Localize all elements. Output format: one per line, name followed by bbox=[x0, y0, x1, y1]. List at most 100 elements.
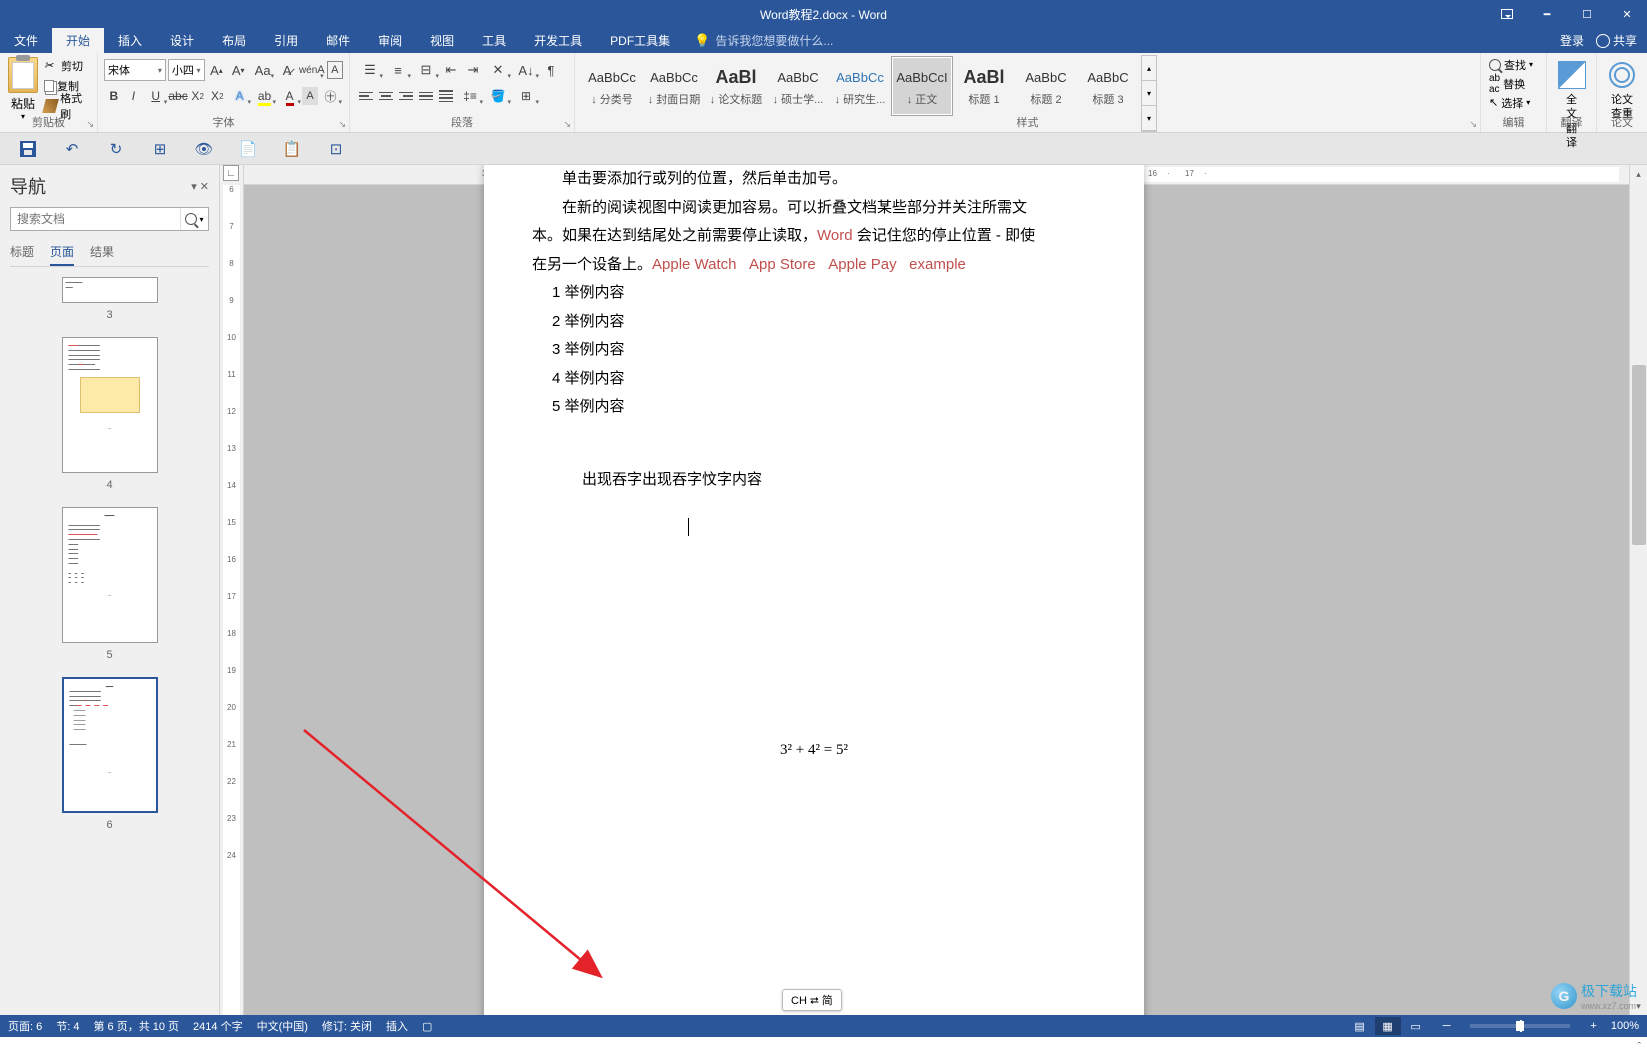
thumbnail-page-4[interactable]: ━━━━━━━━━━━━━━━━━━━━━━━━━━━━━━━━━━━━━━━━… bbox=[62, 337, 158, 473]
shading-button[interactable]: 🪣 bbox=[484, 85, 512, 107]
nav-search-box[interactable]: ▾ bbox=[10, 207, 209, 231]
minimize-button[interactable]: ━ bbox=[1527, 0, 1567, 28]
asian-layout-button[interactable]: ✕ bbox=[484, 59, 512, 81]
full-translate-button[interactable]: 全文 翻译 bbox=[1553, 55, 1590, 150]
nav-search-button[interactable]: ▾ bbox=[180, 208, 208, 230]
qat-redo-button[interactable]: ↻ bbox=[106, 139, 126, 159]
find-button[interactable]: 查找▾ bbox=[1487, 55, 1540, 74]
status-macro-icon[interactable]: ▢ bbox=[422, 1020, 432, 1033]
character-shading-button[interactable]: A bbox=[302, 87, 318, 105]
tab-design[interactable]: 设计 bbox=[156, 28, 208, 53]
align-right-button[interactable] bbox=[396, 85, 416, 107]
font-color-button[interactable]: A bbox=[277, 85, 302, 107]
tab-insert[interactable]: 插入 bbox=[104, 28, 156, 53]
clipboard-launcher-icon[interactable]: ↘ bbox=[86, 119, 94, 130]
numbering-button[interactable]: ≡ bbox=[384, 59, 412, 81]
qat-button-8[interactable]: ⊡ bbox=[326, 139, 346, 159]
strikethrough-button[interactable]: abc bbox=[168, 85, 188, 107]
text-effects-button[interactable]: A bbox=[227, 85, 252, 107]
phonetic-guide-button[interactable]: wénA bbox=[299, 59, 325, 81]
style-item[interactable]: AaBbCc↓ 研究生... bbox=[829, 56, 891, 116]
sort-button[interactable]: A↓ bbox=[512, 59, 540, 81]
decrease-indent-button[interactable]: ⇤ bbox=[440, 59, 462, 81]
web-layout-button[interactable]: ▭ bbox=[1403, 1017, 1429, 1035]
status-insert-mode[interactable]: 插入 bbox=[386, 1018, 408, 1034]
character-border-button[interactable]: A bbox=[327, 61, 343, 79]
scroll-down-button[interactable]: ▾ bbox=[1630, 997, 1647, 1015]
tab-review[interactable]: 审阅 bbox=[364, 28, 416, 53]
highlight-button[interactable]: ab bbox=[252, 85, 277, 107]
distributed-button[interactable] bbox=[436, 85, 456, 107]
enclose-characters-button[interactable]: ㊉ bbox=[318, 85, 343, 107]
qat-button-4[interactable]: ⊞ bbox=[150, 139, 170, 159]
shrink-font-button[interactable]: A▾ bbox=[228, 59, 248, 81]
paragraph-launcher-icon[interactable]: ↘ bbox=[563, 119, 571, 130]
style-item[interactable]: AaBbC标题 2 bbox=[1015, 56, 1077, 116]
document-scroll[interactable]: 3·2·1·1·2·3·4·5·6·7·8·9·10·11·12·13·14·1… bbox=[244, 165, 1629, 1015]
zoom-out-button[interactable]: ─ bbox=[1443, 1020, 1451, 1032]
bullets-button[interactable]: ☰ bbox=[356, 59, 384, 81]
replace-button[interactable]: abac替换 bbox=[1487, 74, 1540, 93]
clear-formatting-button[interactable]: A̷ bbox=[277, 59, 297, 81]
status-word-count[interactable]: 2414 个字 bbox=[193, 1018, 243, 1034]
thumbnail-page-6[interactable]: ━━━━━━━━━━━━━━━━━━━━━━━━━━━━━━━━━━━━━━━━… bbox=[62, 677, 158, 813]
bold-button[interactable]: B bbox=[104, 85, 124, 107]
qat-button-7[interactable]: 📋 bbox=[282, 139, 302, 159]
style-item[interactable]: AaBl↓ 论文标题 bbox=[705, 56, 767, 116]
nav-tab-results[interactable]: 结果 bbox=[90, 239, 114, 266]
collapse-ribbon-button[interactable]: ˆ bbox=[1637, 1041, 1641, 1053]
zoom-level[interactable]: 100% bbox=[1611, 1020, 1639, 1032]
qat-button-6[interactable]: 📄 bbox=[238, 139, 258, 159]
align-left-button[interactable] bbox=[356, 85, 376, 107]
cut-button[interactable]: ✂剪切 bbox=[44, 57, 91, 75]
nav-pane-options[interactable]: ▾ ✕ bbox=[191, 180, 209, 193]
line-spacing-button[interactable]: ‡≡ bbox=[456, 85, 484, 107]
status-track-changes[interactable]: 修订: 关闭 bbox=[322, 1018, 372, 1034]
tab-file[interactable]: 文件 bbox=[0, 28, 52, 53]
show-marks-button[interactable]: ¶ bbox=[540, 59, 562, 81]
borders-button[interactable]: ⊞ bbox=[512, 85, 540, 107]
style-item[interactable]: AaBl标题 1 bbox=[953, 56, 1015, 116]
share-button[interactable]: 共享 bbox=[1596, 32, 1637, 49]
tab-mailings[interactable]: 邮件 bbox=[312, 28, 364, 53]
vertical-scrollbar[interactable]: ▴ ▾ bbox=[1629, 165, 1647, 1015]
tab-developer[interactable]: 开发工具 bbox=[520, 28, 596, 53]
tab-selector[interactable]: ∟ bbox=[223, 165, 239, 181]
thumbnail-page-3[interactable]: ━━━━━━━━━━ bbox=[62, 277, 158, 303]
style-item[interactable]: AaBbC标题 3 bbox=[1077, 56, 1139, 116]
align-center-button[interactable] bbox=[376, 85, 396, 107]
underline-button[interactable]: U bbox=[143, 85, 168, 107]
login-link[interactable]: 登录 bbox=[1560, 32, 1584, 49]
scroll-up-button[interactable]: ▴ bbox=[1630, 165, 1647, 183]
tab-layout[interactable]: 布局 bbox=[208, 28, 260, 53]
increase-indent-button[interactable]: ⇥ bbox=[462, 59, 484, 81]
tell-me-search[interactable]: 💡告诉我您想要做什么... bbox=[684, 28, 843, 53]
font-size-combo[interactable]: 小四▾ bbox=[168, 59, 205, 81]
ime-indicator[interactable]: CH ⮂ 简 bbox=[782, 989, 842, 1011]
qat-save-button[interactable] bbox=[18, 139, 38, 159]
read-mode-button[interactable]: ▤ bbox=[1347, 1017, 1373, 1035]
status-page[interactable]: 页面: 6 bbox=[8, 1018, 42, 1034]
tab-tools[interactable]: 工具 bbox=[468, 28, 520, 53]
nav-tab-pages[interactable]: 页面 bbox=[50, 239, 74, 266]
style-item[interactable]: AaBbCcI↓ 正文 bbox=[891, 56, 953, 116]
page[interactable]: 单击要添加行或列的位置，然后单击加号。 在新的阅读视图中阅读更加容易。可以折叠文… bbox=[484, 165, 1144, 1015]
subscript-button[interactable]: X2 bbox=[188, 85, 208, 107]
status-section[interactable]: 节: 4 bbox=[56, 1018, 79, 1034]
maximize-button[interactable]: ☐ bbox=[1567, 0, 1607, 28]
change-case-button[interactable]: Aa bbox=[250, 59, 275, 81]
grow-font-button[interactable]: A▴ bbox=[207, 59, 227, 81]
ribbon-display-options-icon[interactable] bbox=[1487, 0, 1527, 28]
font-name-combo[interactable]: 宋体▾ bbox=[104, 59, 166, 81]
print-layout-button[interactable]: ▦ bbox=[1375, 1017, 1401, 1035]
nav-search-input[interactable] bbox=[11, 208, 180, 230]
styles-launcher-icon[interactable]: ↘ bbox=[1469, 119, 1477, 130]
tab-pdf[interactable]: PDF工具集 bbox=[596, 28, 684, 53]
qat-undo-button[interactable]: ↶ bbox=[62, 139, 82, 159]
tab-view[interactable]: 视图 bbox=[416, 28, 468, 53]
thumbnail-page-5[interactable]: ━━━━━━━━━━━━━━━━━━━━━━━━━━━━━━━━━━━━━━━━… bbox=[62, 507, 158, 643]
qat-button-5[interactable]: 👁 bbox=[194, 139, 214, 159]
style-item[interactable]: AaBbCc↓ 分类号 bbox=[581, 56, 643, 116]
status-language[interactable]: 中文(中国) bbox=[257, 1018, 308, 1034]
justify-button[interactable] bbox=[416, 85, 436, 107]
